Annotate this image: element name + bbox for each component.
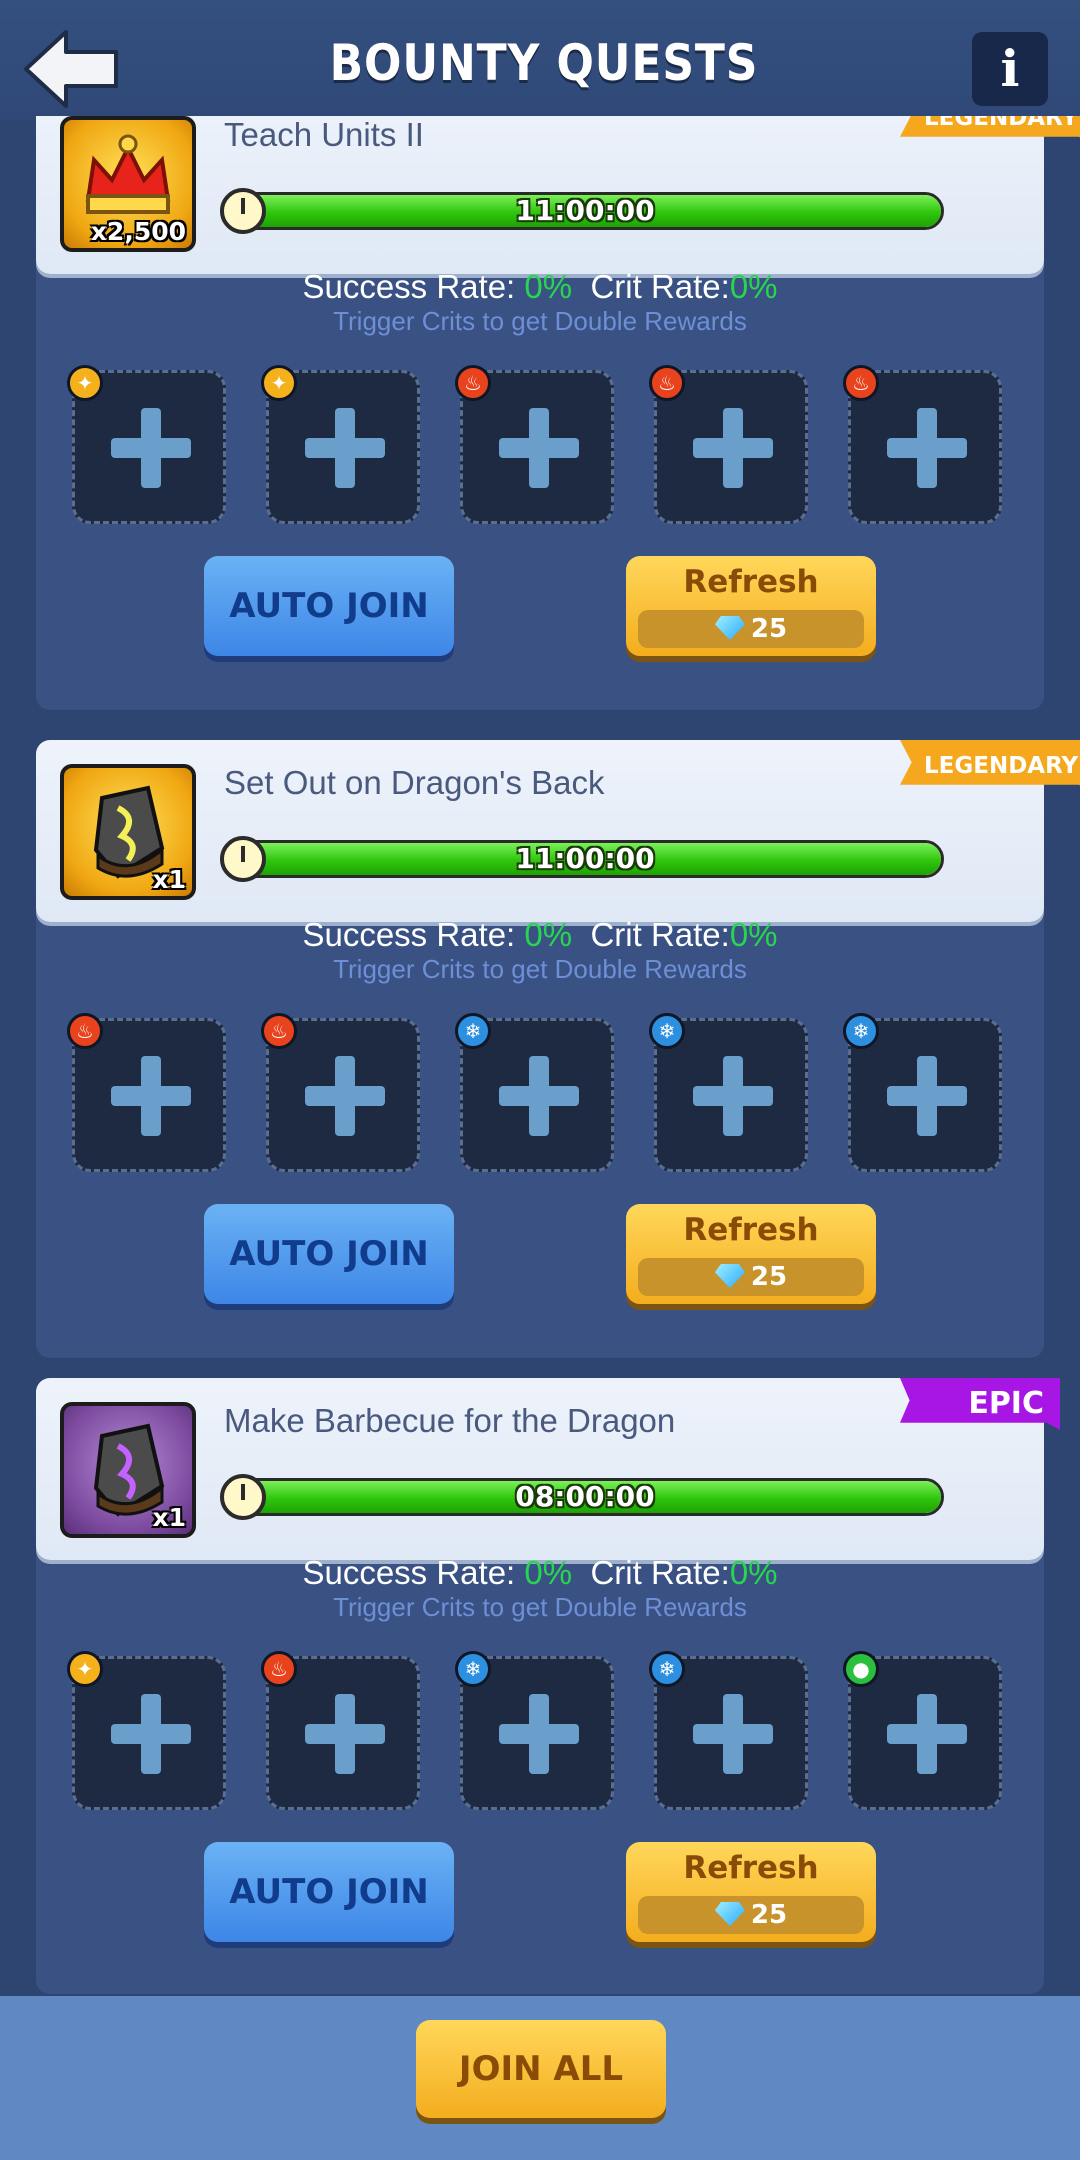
diamond-icon bbox=[714, 1264, 745, 1288]
fire-element-icon: ♨ bbox=[455, 365, 491, 401]
page-title: BOUNTY QUESTS bbox=[329, 34, 759, 92]
success-rate-label: Success Rate: bbox=[302, 916, 516, 953]
quest-header: x1 Set Out on Dragon's Back LEGENDARY 11… bbox=[36, 740, 1080, 922]
hero-slot[interactable]: ❄ bbox=[649, 1013, 808, 1172]
rarity-badge: EPIC bbox=[900, 1378, 1060, 1430]
auto-join-button[interactable]: AUTO JOIN bbox=[204, 1204, 454, 1304]
diamond-icon bbox=[714, 1902, 745, 1926]
quest-name: Make Barbecue for the Dragon bbox=[224, 1402, 676, 1439]
refresh-cost-value: 25 bbox=[750, 614, 788, 644]
refresh-label: Refresh bbox=[683, 1850, 819, 1886]
header-bar: BOUNTY QUESTS i bbox=[0, 0, 1088, 120]
reward-quantity: x1 bbox=[152, 865, 186, 894]
hero-slot[interactable]: ♨ bbox=[67, 1013, 226, 1172]
crit-hint: Trigger Crits to get Double Rewards bbox=[333, 1592, 747, 1622]
success-rate-value: 0% bbox=[524, 1554, 573, 1591]
timer-text: 11:00:00 bbox=[515, 842, 655, 875]
ice-element-icon: ❄ bbox=[455, 1651, 491, 1687]
ice-element-icon: ❄ bbox=[649, 1651, 685, 1687]
crown-icon bbox=[85, 134, 171, 214]
auto-join-button[interactable]: AUTO JOIN bbox=[204, 1842, 454, 1942]
hero-slot[interactable]: ✦ bbox=[261, 365, 420, 524]
ice-element-icon: ❄ bbox=[843, 1013, 879, 1049]
rates-line: Success Rate: 0% Crit Rate:0% bbox=[36, 268, 1044, 306]
quest-name: Set Out on Dragon's Back bbox=[224, 764, 605, 801]
crit-rate-value: 0% bbox=[729, 268, 778, 305]
crit-rate-value: 0% bbox=[729, 1554, 778, 1591]
fire-element-icon: ♨ bbox=[67, 1013, 103, 1049]
crit-rate-label: Crit Rate: bbox=[590, 268, 730, 305]
rarity-badge: LEGENDARY bbox=[900, 116, 1080, 144]
timer-text: 11:00:00 bbox=[515, 194, 655, 227]
nature-element-icon: ● bbox=[843, 1651, 879, 1687]
hero-slot[interactable]: ● bbox=[843, 1651, 1002, 1810]
crit-hint: Trigger Crits to get Double Rewards bbox=[333, 306, 747, 336]
reward-quantity: x1 bbox=[152, 1503, 186, 1532]
diamond-icon bbox=[714, 616, 745, 640]
refresh-cost: 25 bbox=[638, 1896, 864, 1934]
reward-slot[interactable]: x1 bbox=[60, 1402, 196, 1538]
rates-line: Success Rate: 0% Crit Rate:0% bbox=[36, 916, 1044, 954]
join-all-button[interactable]: JOIN ALL bbox=[416, 2020, 666, 2118]
fire-element-icon: ♨ bbox=[649, 365, 685, 401]
refresh-button[interactable]: Refresh 25 bbox=[626, 1842, 876, 1942]
refresh-button[interactable]: Refresh 25 bbox=[626, 1204, 876, 1304]
fire-element-icon: ♨ bbox=[843, 365, 879, 401]
quest-card: x1 Set Out on Dragon's Back LEGENDARY 11… bbox=[36, 740, 1080, 1358]
quest-header: x1 Make Barbecue for the Dragon EPIC 08:… bbox=[36, 1378, 1060, 1560]
hero-slot[interactable]: ♨ bbox=[261, 1651, 420, 1810]
light-element-icon: ✦ bbox=[261, 365, 297, 401]
success-rate-label: Success Rate: bbox=[302, 268, 516, 305]
hero-slot[interactable]: ♨ bbox=[261, 1013, 420, 1172]
quest-card: x1 Make Barbecue for the Dragon EPIC 08:… bbox=[36, 1378, 1060, 1994]
reward-slot[interactable]: x1 bbox=[60, 764, 196, 900]
timer-text: 08:00:00 bbox=[515, 1480, 655, 1513]
screen-edge bbox=[1080, 0, 1088, 2160]
refresh-cost-value: 25 bbox=[750, 1900, 788, 1930]
hero-slot[interactable]: ✦ bbox=[67, 365, 226, 524]
quest-list[interactable]: x2,500 Teach Units II LEGENDARY 11:00:00… bbox=[0, 116, 1080, 1996]
refresh-cost: 25 bbox=[638, 610, 864, 648]
hero-slot[interactable]: ♨ bbox=[455, 365, 614, 524]
success-rate-label: Success Rate: bbox=[302, 1554, 516, 1591]
fire-element-icon: ♨ bbox=[261, 1013, 297, 1049]
hero-slot[interactable]: ❄ bbox=[455, 1651, 614, 1810]
crit-rate-label: Crit Rate: bbox=[590, 1554, 730, 1591]
reward-quantity: x2,500 bbox=[90, 217, 186, 246]
hero-slot[interactable]: ❄ bbox=[455, 1013, 614, 1172]
crit-rate-label: Crit Rate: bbox=[590, 916, 730, 953]
light-element-icon: ✦ bbox=[67, 365, 103, 401]
quest-name: Teach Units II bbox=[224, 116, 424, 153]
reward-slot[interactable]: x2,500 bbox=[60, 116, 196, 252]
hero-slot[interactable]: ❄ bbox=[649, 1651, 808, 1810]
crit-rate-value: 0% bbox=[729, 916, 778, 953]
success-rate-value: 0% bbox=[524, 916, 573, 953]
refresh-cost: 25 bbox=[638, 1258, 864, 1296]
quest-card: x2,500 Teach Units II LEGENDARY 11:00:00… bbox=[36, 116, 1080, 710]
crit-hint: Trigger Crits to get Double Rewards bbox=[333, 954, 747, 984]
hero-slot[interactable]: ♨ bbox=[649, 365, 808, 524]
fire-element-icon: ♨ bbox=[261, 1651, 297, 1687]
hero-slot[interactable]: ♨ bbox=[843, 365, 1002, 524]
ice-element-icon: ❄ bbox=[649, 1013, 685, 1049]
refresh-cost-value: 25 bbox=[750, 1262, 788, 1292]
rates-line: Success Rate: 0% Crit Rate:0% bbox=[36, 1554, 1044, 1592]
info-button[interactable]: i bbox=[972, 32, 1048, 106]
success-rate-value: 0% bbox=[524, 268, 573, 305]
refresh-button[interactable]: Refresh 25 bbox=[626, 556, 876, 656]
ice-element-icon: ❄ bbox=[455, 1013, 491, 1049]
refresh-label: Refresh bbox=[683, 564, 819, 600]
auto-join-button[interactable]: AUTO JOIN bbox=[204, 556, 454, 656]
refresh-label: Refresh bbox=[683, 1212, 819, 1248]
hero-slot[interactable]: ✦ bbox=[67, 1651, 226, 1810]
rarity-badge: LEGENDARY bbox=[900, 740, 1080, 792]
hero-slot[interactable]: ❄ bbox=[843, 1013, 1002, 1172]
light-element-icon: ✦ bbox=[67, 1651, 103, 1687]
quest-header: x2,500 Teach Units II LEGENDARY 11:00:00 bbox=[36, 116, 1080, 274]
